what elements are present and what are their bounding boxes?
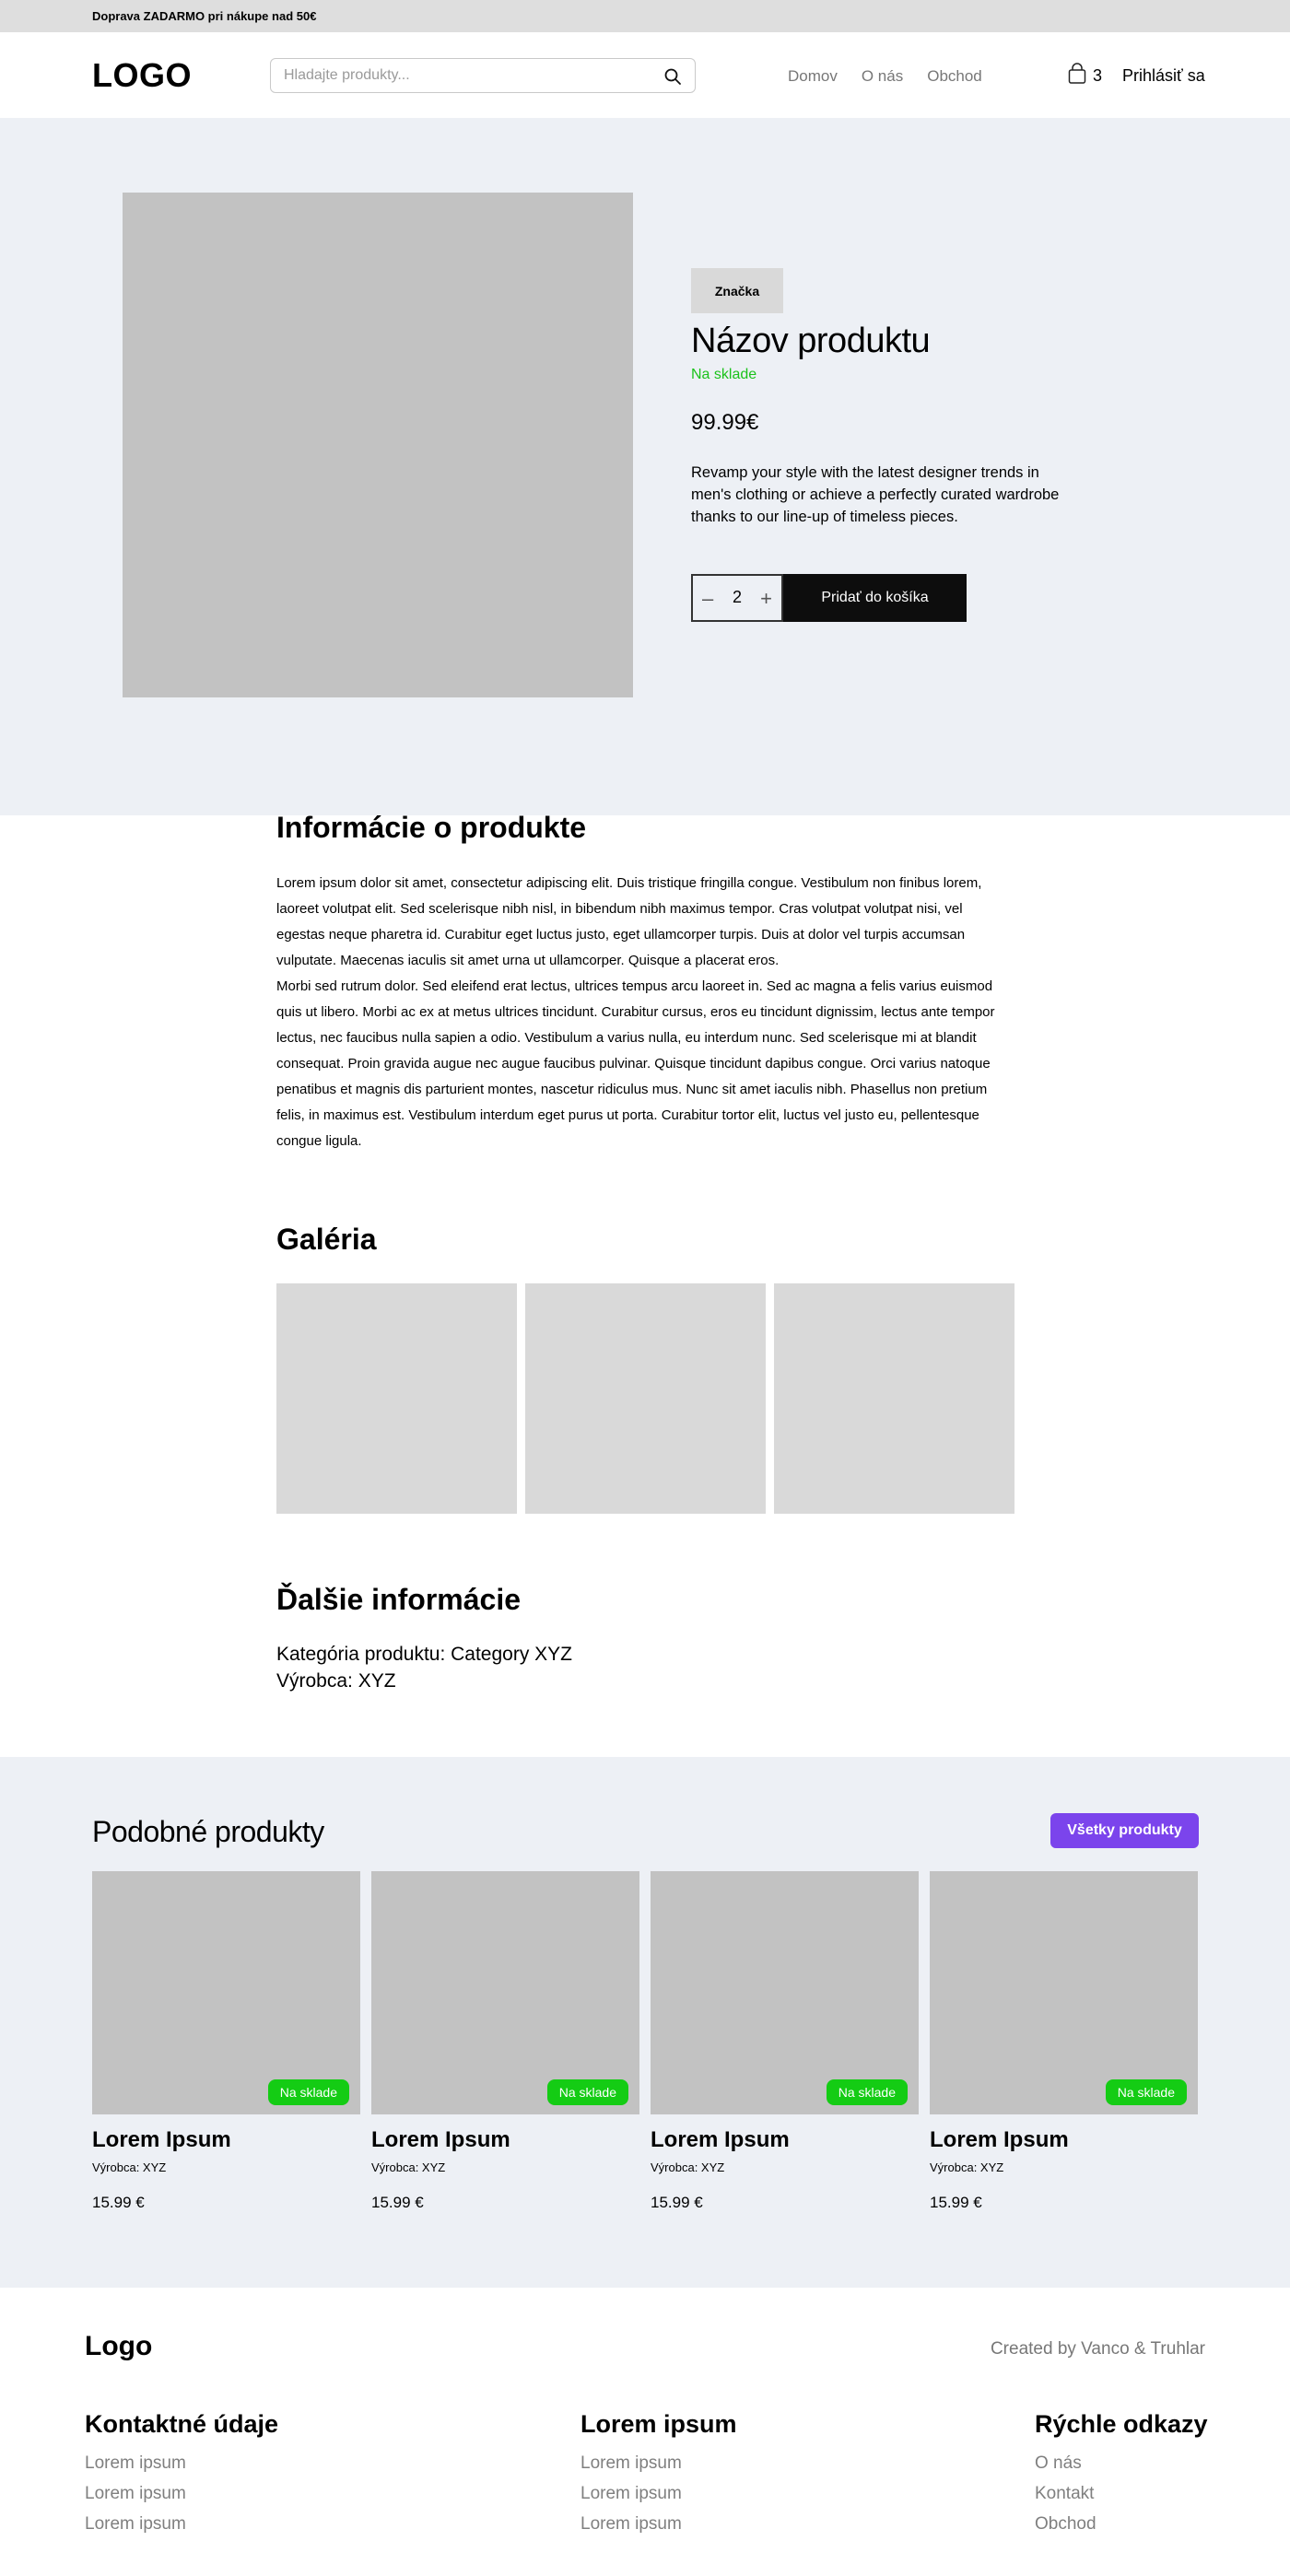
quantity-increase-button[interactable]: + [760, 587, 772, 611]
promo-bar: Doprava ZADARMO pri nákupe nad 50€ [0, 0, 1290, 32]
stock-badge: Na sklade [1105, 2079, 1187, 2105]
logo[interactable]: LOGO [92, 56, 192, 95]
product-card-price: 15.99 € [930, 2194, 982, 2211]
info-paragraph: Morbi sed rutrum dolor. Sed eleifend era… [276, 978, 995, 1149]
site-header: LOGO Domov O nás Obchod 3 Prihlásiť sa [0, 32, 1290, 118]
site-footer: Logo Created by Vanco & Truhlar Kontaktn… [0, 2288, 1290, 2576]
main-nav: Domov O nás Obchod [788, 67, 982, 86]
stock-status: Na sklade [691, 367, 757, 382]
product-card-maker: Výrobca: XYZ [651, 2160, 725, 2174]
footer-logo[interactable]: Logo [85, 2331, 152, 2362]
footer-link-shop[interactable]: Obchod [1035, 2509, 1208, 2539]
footer-link[interactable]: Lorem ipsum [85, 2478, 278, 2509]
login-link[interactable]: Prihlásiť sa [1122, 66, 1205, 86]
product-card-maker: Výrobca: XYZ [930, 2160, 1004, 2174]
product-category: Kategória produktu: Category XYZ [276, 1644, 573, 1665]
similar-products-heading: Podobné produkty [92, 1815, 324, 1848]
product-card-image[interactable] [930, 1871, 1198, 2114]
info-text: Lorem ipsum dolor sit amet, consectetur … [276, 871, 1014, 1154]
product-maker: Výrobca: XYZ [276, 1670, 396, 1692]
product-title: Názov produktu [691, 322, 931, 360]
gallery-image[interactable] [525, 1283, 766, 1514]
more-info-heading: Ďalšie informácie [276, 1583, 521, 1616]
product-card-image[interactable] [92, 1871, 360, 2114]
product-card[interactable]: Na sklade Lorem Ipsum Výrobca: XYZ 15.99… [92, 1871, 360, 2240]
product-card-image[interactable] [371, 1871, 639, 2114]
similar-products-section: Podobné produkty Všetky produkty Na skla… [0, 1757, 1290, 2288]
gallery-image[interactable] [774, 1283, 1014, 1514]
product-card[interactable]: Na sklade Lorem Ipsum Výrobca: XYZ 15.99… [371, 1871, 639, 2240]
footer-link-contact[interactable]: Kontakt [1035, 2478, 1208, 2509]
footer-credit: Created by Vanco & Truhlar [990, 2339, 1205, 2359]
footer-link[interactable]: Lorem ipsum [85, 2448, 278, 2478]
stock-badge: Na sklade [546, 2079, 628, 2105]
cart-count: 3 [1093, 66, 1103, 85]
promo-text: Doprava ZADARMO pri nákupe nad 50€ [92, 9, 317, 23]
nav-link-about[interactable]: O nás [862, 67, 903, 86]
product-card-image[interactable] [651, 1871, 919, 2114]
nav-link-home[interactable]: Domov [788, 67, 838, 86]
stock-badge: Na sklade [267, 2079, 349, 2105]
product-card-name[interactable]: Lorem Ipsum [92, 2127, 231, 2153]
product-main-image[interactable] [123, 193, 633, 697]
shopping-bag-icon [1068, 63, 1086, 84]
footer-link-about[interactable]: O nás [1035, 2448, 1208, 2478]
add-to-cart-button[interactable]: Pridať do košíka [783, 574, 967, 622]
brand-badge: Značka [691, 268, 783, 313]
footer-column-quick-links: Rýchle odkazy O nás Kontakt Obchod [1035, 2410, 1208, 2539]
footer-column-contact: Kontaktné údaje Lorem ipsum Lorem ipsum … [85, 2410, 278, 2539]
nav-link-shop[interactable]: Obchod [927, 67, 982, 86]
footer-column-heading: Kontaktné údaje [85, 2410, 279, 2438]
footer-column-lorem: Lorem ipsum Lorem ipsum Lorem ipsum Lore… [580, 2410, 737, 2539]
product-card-price: 15.99 € [371, 2194, 424, 2211]
product-description: Revamp your style with the latest design… [691, 464, 1060, 525]
info-heading: Informácie o produkte [276, 811, 587, 844]
product-card-maker: Výrobca: XYZ [371, 2160, 446, 2174]
cart-button[interactable]: 3 [1068, 63, 1105, 87]
product-card-maker: Výrobca: XYZ [92, 2160, 167, 2174]
stock-badge: Na sklade [826, 2079, 908, 2105]
product-hero: Značka Názov produktu Na sklade 99.99€ R… [0, 118, 1290, 815]
search-icon[interactable] [663, 67, 682, 86]
gallery-image[interactable] [276, 1283, 517, 1514]
footer-column-heading: Lorem ipsum [580, 2410, 737, 2438]
product-card-price: 15.99 € [92, 2194, 145, 2211]
info-paragraph: Lorem ipsum dolor sit amet, consectetur … [276, 875, 982, 968]
product-card-name[interactable]: Lorem Ipsum [371, 2127, 510, 2153]
footer-link[interactable]: Lorem ipsum [580, 2509, 737, 2539]
search-box [270, 58, 696, 93]
product-card-name[interactable]: Lorem Ipsum [651, 2127, 790, 2153]
product-card[interactable]: Na sklade Lorem Ipsum Výrobca: XYZ 15.99… [930, 1871, 1198, 2240]
gallery-heading: Galéria [276, 1223, 377, 1256]
footer-link[interactable]: Lorem ipsum [580, 2448, 737, 2478]
product-card-name[interactable]: Lorem Ipsum [930, 2127, 1069, 2153]
footer-link[interactable]: Lorem ipsum [580, 2478, 737, 2509]
all-products-button[interactable]: Všetky produkty [1050, 1813, 1199, 1848]
product-card-price: 15.99 € [651, 2194, 703, 2211]
product-card[interactable]: Na sklade Lorem Ipsum Výrobca: XYZ 15.99… [651, 1871, 919, 2240]
footer-column-heading: Rýchle odkazy [1035, 2410, 1208, 2438]
footer-link[interactable]: Lorem ipsum [85, 2509, 278, 2539]
gallery [276, 1283, 1014, 1514]
product-price: 99.99€ [691, 410, 759, 435]
quantity-stepper: – 2 + [691, 574, 783, 622]
search-input[interactable] [284, 66, 652, 85]
